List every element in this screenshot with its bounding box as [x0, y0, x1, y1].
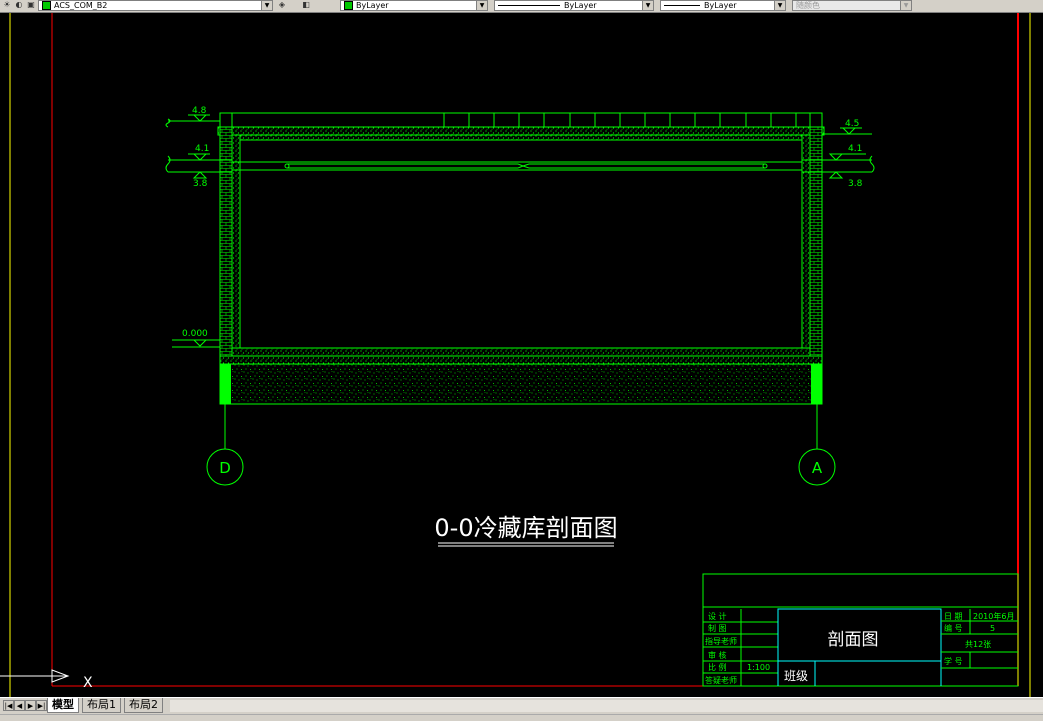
elev-left-mid: 4.1 — [195, 144, 209, 154]
axis-label-a: A — [812, 459, 823, 477]
ucs-x-label: X — [83, 675, 93, 691]
tb-scale-label: 比 例 — [708, 662, 727, 672]
chevron-down-icon: ▼ — [900, 1, 911, 10]
right-footing — [811, 364, 822, 404]
color-swatch — [344, 1, 353, 10]
floor-insulation — [231, 347, 811, 357]
layer-dropdown[interactable]: ACS_COM_B2 ▼ — [38, 0, 273, 11]
tb-number-value: 5 — [990, 624, 995, 633]
tab-layout2[interactable]: 布局2 — [124, 698, 163, 713]
lock-icon[interactable]: ▣ — [26, 0, 36, 10]
chevron-down-icon[interactable]: ▼ — [642, 1, 653, 10]
layer-color-swatch — [42, 1, 51, 10]
layer-state-icon[interactable]: ☀ — [2, 0, 12, 10]
ceiling-rails — [232, 161, 802, 171]
right-brick-wall — [809, 126, 823, 365]
chevron-down-icon[interactable]: ▼ — [476, 1, 487, 10]
tab-layout1[interactable]: 布局1 — [82, 698, 121, 713]
layer-previous-icon[interactable]: ◧ — [301, 0, 311, 10]
tb-date-value: 2010年6月 — [973, 611, 1014, 621]
right-insulation — [801, 134, 811, 357]
linetype-value: ByLayer — [564, 1, 597, 10]
axis-label-d: D — [219, 459, 231, 477]
plotstyle-value: 随颜色 — [796, 1, 820, 10]
status-strip — [0, 714, 1043, 721]
color-value: ByLayer — [356, 1, 389, 10]
cad-drawing: D A 4.8 4.1 3.8 0.000 4.5 4.1 3.8 0-0冷藏库… — [0, 13, 1031, 697]
tb-review-label: 审 核 — [708, 650, 727, 660]
lineweight-value: ByLayer — [704, 1, 737, 10]
make-current-layer-icon[interactable]: ◈ — [277, 0, 287, 10]
roof-slab — [217, 126, 825, 136]
ceiling-insulation — [239, 134, 803, 141]
tb-scale-value: 1:100 — [747, 663, 770, 672]
tb-draw-label: 制 图 — [708, 623, 727, 633]
color-dropdown[interactable]: ByLayer ▼ — [340, 0, 488, 11]
chevron-down-icon[interactable]: ▼ — [261, 1, 272, 10]
tb-sheets-value: 共12张 — [965, 640, 991, 649]
tb-class-label: 班级 — [784, 669, 808, 683]
elev-left-low: 3.8 — [193, 179, 208, 189]
roof-tiles — [219, 112, 823, 128]
next-tab-button[interactable]: ▶ — [25, 700, 36, 711]
roof-tile-joints — [231, 113, 811, 127]
tb-date-label: 日 期 — [944, 612, 963, 621]
freeze-icon[interactable]: ◐ — [14, 0, 24, 10]
tab-model[interactable]: 模型 — [47, 698, 79, 713]
elev-left-top: 4.8 — [192, 106, 207, 116]
tb-number-label: 编 号 — [944, 623, 963, 633]
properties-toolbar: ☀ ◐ ▣ ACS_COM_B2 ▼ ◈ ◧ ByLayer ▼ ByLayer… — [0, 0, 1043, 13]
left-insulation — [231, 134, 241, 357]
first-tab-button[interactable]: |◀ — [3, 700, 14, 711]
left-footing — [220, 364, 231, 404]
horizontal-scrollbar[interactable] — [170, 700, 1043, 712]
tb-qa-label: 答疑老师 — [705, 675, 737, 685]
tb-advisor-label: 指导老师 — [705, 636, 737, 646]
elev-right-low: 3.8 — [848, 179, 863, 189]
last-tab-button[interactable]: ▶| — [36, 700, 47, 711]
tb-design-label: 设 计 — [708, 611, 727, 621]
plotstyle-dropdown: 随颜色 ▼ — [792, 0, 912, 11]
linetype-sample — [498, 5, 560, 6]
prev-tab-button[interactable]: ◀ — [14, 700, 25, 711]
chevron-down-icon[interactable]: ▼ — [774, 1, 785, 10]
linetype-dropdown[interactable]: ByLayer ▼ — [494, 0, 654, 11]
floor-slab — [219, 355, 823, 365]
elev-left-ground: 0.000 — [182, 329, 208, 339]
foundation-fill — [219, 363, 823, 405]
elev-right-mid: 4.1 — [848, 144, 862, 154]
lineweight-sample — [664, 5, 700, 6]
elev-right-top: 4.5 — [845, 119, 859, 129]
layout-tab-bar: |◀ ◀ ▶ ▶| 模型 布局1 布局2 — [0, 697, 1043, 721]
layer-name: ACS_COM_B2 — [54, 1, 108, 10]
tb-drawing-name: 剖面图 — [828, 630, 879, 650]
model-space-canvas[interactable]: D A 4.8 4.1 3.8 0.000 4.5 4.1 3.8 0-0冷藏库… — [0, 13, 1043, 697]
tb-student-label: 学 号 — [944, 656, 963, 666]
left-brick-wall — [219, 126, 233, 365]
section-title: 0-0冷藏库剖面图 — [434, 514, 617, 542]
lineweight-dropdown[interactable]: ByLayer ▼ — [660, 0, 786, 11]
